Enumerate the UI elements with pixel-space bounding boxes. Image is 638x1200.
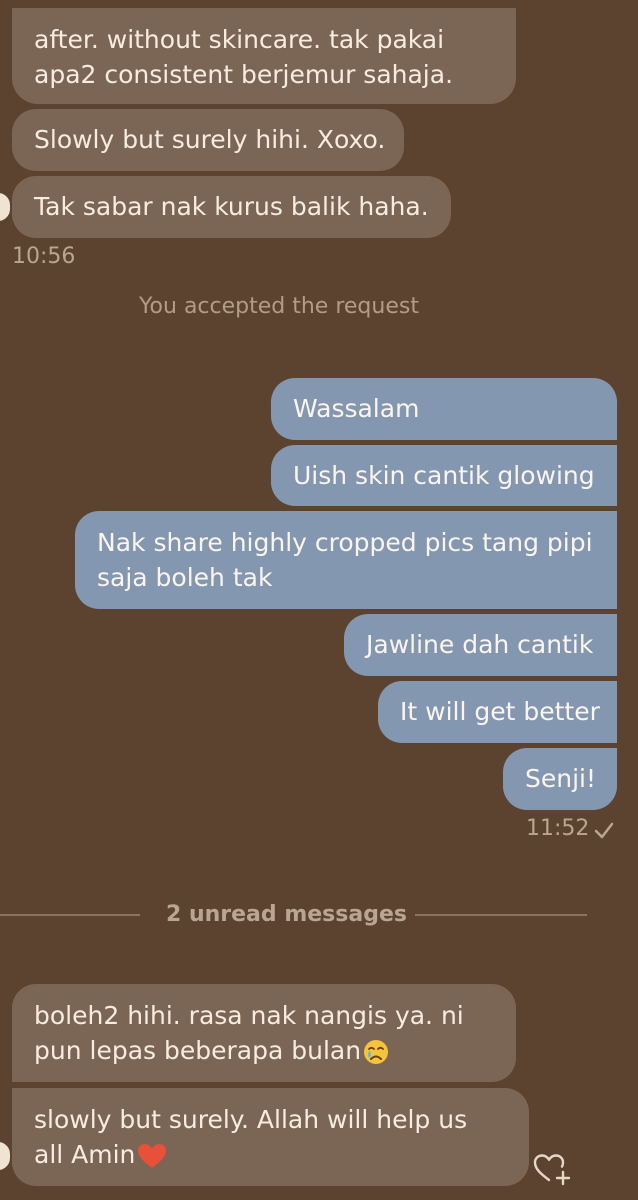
message-timestamp: 10:56 (12, 244, 76, 269)
message-bubble-sent[interactable]: Senji! (503, 748, 617, 810)
message-text: saja boleh tak (97, 563, 273, 592)
sender-avatar[interactable] (0, 193, 10, 221)
message-text: pun lepas beberapa bulan (34, 1036, 362, 1065)
message-bubble-sent[interactable]: It will get better (378, 681, 617, 743)
message-text: It will get better (400, 697, 600, 726)
sender-avatar[interactable] (0, 1142, 10, 1170)
heart-add-icon[interactable] (532, 1150, 572, 1186)
message-text: Jawline dah cantik (366, 630, 594, 659)
unread-messages-divider: 2 unread messages (166, 902, 407, 927)
message-text: slowly but surely. Allah will help us (34, 1105, 468, 1134)
red-heart-icon (138, 1144, 167, 1168)
message-text: after. without skincare. tak pakai (34, 25, 445, 54)
check-icon (594, 822, 614, 839)
message-text: apa2 consistent berjemur sahaja. (34, 60, 454, 89)
message-bubble-sent[interactable]: Jawline dah cantik (344, 614, 617, 676)
message-text: Tak sabar nak kurus balik haha. (34, 192, 429, 221)
message-text: Nak share highly cropped pics tang pipi (97, 528, 593, 557)
divider-line-left (0, 914, 140, 916)
message-text-line: all Amin (34, 1137, 507, 1172)
divider-line-right (415, 914, 587, 916)
message-text: Wassalam (293, 394, 420, 423)
message-timestamp: 11:52 (526, 816, 590, 841)
message-text: Slowly but surely hihi. Xoxo. (34, 125, 386, 154)
message-text: Senji! (525, 764, 597, 793)
crying-face-icon (364, 1040, 389, 1064)
message-bubble-sent[interactable]: Nak share highly cropped pics tang pipi … (75, 511, 617, 609)
message-bubble-sent[interactable]: Wassalam (271, 378, 617, 440)
message-bubble-received[interactable]: slowly but surely. Allah will help us al… (12, 1088, 529, 1186)
message-text: all Amin (34, 1140, 136, 1169)
message-bubble-received[interactable]: Slowly but surely hihi. Xoxo. (12, 109, 404, 171)
message-text: boleh2 hihi. rasa nak nangis ya. ni (34, 1001, 464, 1030)
chat-screen: after. without skincare. tak pakai apa2 … (0, 0, 638, 1200)
message-bubble-received[interactable]: boleh2 hihi. rasa nak nangis ya. ni pun … (12, 984, 516, 1082)
message-bubble-received[interactable]: after. without skincare. tak pakai apa2 … (12, 8, 516, 104)
message-bubble-received[interactable]: Tak sabar nak kurus balik haha. (12, 176, 451, 238)
message-text-line: pun lepas beberapa bulan (34, 1033, 494, 1068)
system-notice: You accepted the request (139, 294, 419, 319)
message-text: Uish skin cantik glowing (293, 461, 595, 490)
message-bubble-sent[interactable]: Uish skin cantik glowing (271, 445, 617, 506)
